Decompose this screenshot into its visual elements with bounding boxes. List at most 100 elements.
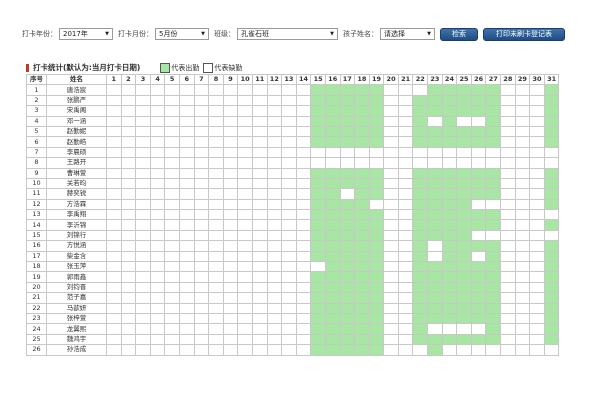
day-cell-absent: [514, 271, 531, 283]
day-cell-absent: [529, 209, 545, 221]
day-cell-present: [441, 209, 458, 221]
day-cell-present: [354, 219, 370, 231]
day-cell-present: [412, 323, 429, 335]
day-cell-absent: [164, 136, 180, 148]
year-select[interactable]: 2017年 ▼: [59, 28, 113, 40]
day-cell-present: [470, 167, 487, 179]
day-cell-absent: [178, 312, 195, 325]
day-cell-absent: [441, 323, 458, 335]
day-cell-absent: [427, 240, 443, 252]
day-cell-present: [543, 271, 560, 283]
day-cell-present: [470, 261, 487, 273]
day-cell-present: [543, 188, 560, 200]
day-cell-absent: [149, 323, 166, 335]
day-cell-present: [470, 105, 487, 117]
row-name: 王路开: [46, 157, 107, 169]
day-cell-present: [412, 312, 429, 325]
day-cell-absent: [208, 261, 224, 273]
day-cell-absent: [237, 115, 253, 127]
row-index: 22: [26, 302, 47, 315]
day-cell-absent: [208, 292, 224, 304]
day-cell-present: [368, 115, 385, 127]
day-cell-absent: [281, 167, 297, 179]
day-cell-present: [412, 115, 429, 127]
day-cell-absent: [106, 292, 122, 304]
day-cell-present: [368, 188, 385, 200]
day-cell-absent: [164, 157, 180, 169]
day-cell-absent: [208, 344, 224, 356]
day-cell-absent: [106, 209, 122, 221]
day-cell-present: [354, 312, 370, 325]
row-index: 12: [26, 198, 47, 211]
chevron-down-icon: ▼: [427, 31, 431, 37]
day-cell-present: [470, 94, 487, 107]
day-cell-absent: [397, 219, 414, 231]
child-select[interactable]: 请选择 ▼: [380, 28, 435, 40]
day-cell-absent: [266, 188, 283, 200]
day-cell-absent: [222, 157, 239, 169]
day-cell-absent: [397, 209, 414, 221]
day-cell-present: [354, 240, 370, 252]
header-index: 序号: [26, 73, 47, 86]
day-cell-absent: [514, 240, 531, 252]
day-cell-present: [339, 344, 356, 356]
header-day: 31: [543, 73, 560, 86]
day-cell-present: [368, 105, 385, 117]
day-cell-present: [470, 188, 487, 200]
day-cell-absent: [149, 219, 166, 231]
day-cell-present: [310, 167, 326, 179]
day-cell-absent: [164, 125, 180, 138]
day-cell-present: [485, 209, 502, 221]
day-cell-absent: [383, 323, 399, 335]
day-cell-present: [310, 209, 326, 221]
day-cell-absent: [149, 146, 166, 159]
class-select[interactable]: 孔雀石班 ▼: [237, 28, 338, 40]
day-cell-present: [441, 261, 458, 273]
day-cell-absent: [500, 312, 516, 325]
search-button[interactable]: 检索: [440, 27, 478, 41]
day-cell-present: [354, 323, 370, 335]
row-index: 24: [26, 323, 47, 335]
day-cell-absent: [178, 94, 195, 107]
day-cell-present: [543, 125, 560, 138]
day-cell-present: [456, 125, 472, 138]
day-cell-absent: [149, 125, 166, 138]
day-cell-absent: [295, 302, 312, 315]
header-day: 20: [383, 73, 399, 86]
day-cell-absent: [164, 105, 180, 117]
day-cell-absent: [222, 240, 239, 252]
row-name: 刘钧晋: [46, 281, 107, 294]
day-cell-absent: [427, 323, 443, 335]
day-cell-absent: [441, 146, 458, 159]
day-cell-present: [324, 177, 341, 190]
row-name: 柴金含: [46, 250, 107, 263]
day-cell-present: [339, 250, 356, 263]
row-index: 23: [26, 312, 47, 325]
month-select[interactable]: 5月份 ▼: [155, 28, 209, 40]
day-cell-absent: [500, 271, 516, 283]
print-unswiped-button[interactable]: 打印未刷卡登记表: [483, 27, 565, 41]
header-name: 姓名: [46, 73, 107, 86]
day-cell-absent: [193, 209, 210, 221]
day-cell-absent: [237, 146, 253, 159]
day-cell-absent: [222, 177, 239, 190]
day-cell-present: [427, 292, 443, 304]
day-cell-absent: [514, 333, 531, 346]
day-cell-present: [441, 115, 458, 127]
table-row: 5 赵勤妮: [26, 125, 560, 138]
day-cell-absent: [529, 281, 545, 294]
day-cell-absent: [397, 167, 414, 179]
day-cell-absent: [120, 302, 137, 315]
day-cell-absent: [106, 333, 122, 346]
day-cell-present: [354, 250, 370, 263]
row-name: 范子嘉: [46, 292, 107, 304]
filter-bar: 打卡年份： 2017年 ▼ 打卡月份： 5月份 ▼ 班级： 孔雀石班 ▼ 孩子姓…: [22, 27, 565, 41]
day-cell-present: [470, 312, 487, 325]
day-cell-present: [324, 219, 341, 231]
day-cell-present: [324, 333, 341, 346]
day-cell-absent: [135, 84, 151, 96]
day-cell-present: [412, 177, 429, 190]
day-cell-absent: [295, 146, 312, 159]
day-cell-absent: [543, 146, 560, 159]
day-cell-present: [441, 281, 458, 294]
